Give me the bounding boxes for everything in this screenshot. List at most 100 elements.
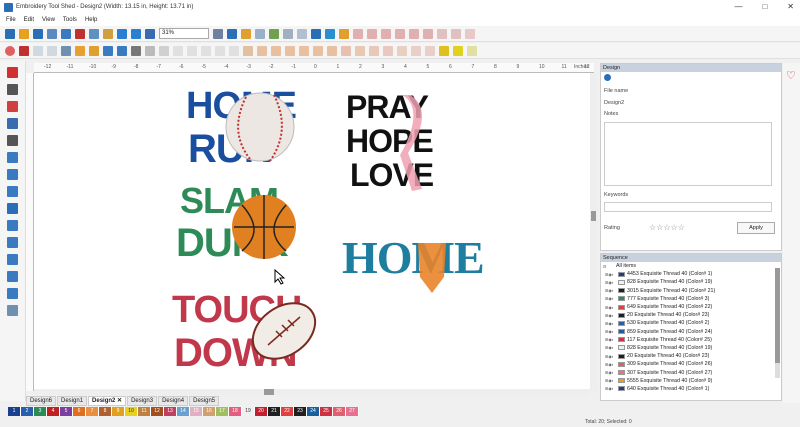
canvas-horizontal-scrollbar[interactable] (34, 389, 590, 395)
group-icon[interactable] (451, 28, 461, 39)
diamond-icon[interactable] (311, 28, 321, 39)
align-center-icon[interactable] (367, 28, 377, 39)
thread-icon[interactable] (75, 45, 85, 56)
sequence-item[interactable]: ⊞◉▪ 307 Exquisite Thread 40 (Color# 27) (601, 368, 781, 376)
visibility-icon[interactable]: ⊞◉▪ (605, 321, 618, 326)
color-icon[interactable] (325, 28, 335, 39)
sequence-item[interactable]: ⊞◉▪ 649 Exquisite Thread 40 (Color# 22) (601, 303, 781, 311)
tab-design4[interactable]: Design4 (158, 396, 189, 406)
heart-icon[interactable] (5, 45, 15, 56)
sequence-item[interactable]: ⊞◉▪ 828 Exquisite Thread 40 (Color# 19) (601, 278, 781, 286)
path-tool-icon[interactable] (7, 237, 18, 248)
select-region-icon[interactable] (7, 118, 18, 129)
resize-icon[interactable] (257, 45, 267, 56)
align-top-icon[interactable] (395, 28, 405, 39)
palette-swatch[interactable]: 4 (47, 406, 60, 416)
zoom-select[interactable]: 31% (159, 28, 209, 39)
close-button[interactable]: ✕ (787, 2, 794, 11)
palette-swatch[interactable]: 22 (281, 406, 294, 416)
show-jumps-icon[interactable] (297, 28, 307, 39)
tab-close-icon[interactable]: ✕ (117, 398, 122, 404)
text-icon[interactable] (19, 45, 29, 56)
visibility-icon[interactable]: ⊞◉▪ (605, 378, 618, 383)
palette-swatch[interactable]: 1 (8, 406, 21, 416)
palette-swatch[interactable]: 13 (164, 406, 177, 416)
pointer-tool-icon[interactable] (7, 67, 18, 78)
crop-icon[interactable] (131, 45, 141, 56)
pull-comp-icon[interactable] (355, 45, 365, 56)
notes-field[interactable] (604, 122, 772, 186)
visibility-icon[interactable]: ⊞◉▪ (605, 337, 618, 342)
open-icon[interactable] (19, 28, 29, 39)
show-stitches-icon[interactable] (283, 28, 293, 39)
sequence-item[interactable]: ⊞◉▪ 20 Exquisite Thread 40 (Color# 23) (601, 352, 781, 360)
select-icon[interactable] (103, 45, 113, 56)
print-preview-icon[interactable] (61, 28, 71, 39)
order-icon[interactable] (397, 45, 407, 56)
draw-icon[interactable] (465, 28, 475, 39)
palette-swatch[interactable]: 5 (60, 406, 73, 416)
mirror-h-icon[interactable] (173, 45, 183, 56)
measure-tool-icon[interactable] (7, 169, 18, 180)
home-line[interactable]: HOME (342, 235, 485, 281)
tie-icon[interactable] (313, 45, 323, 56)
visibility-icon[interactable]: ⊞◉▪ (605, 370, 618, 375)
hide-icon[interactable] (425, 45, 435, 56)
stitch-icon[interactable] (241, 28, 251, 39)
visibility-icon[interactable]: ⊞◉▪ (605, 354, 618, 359)
sequence-item[interactable]: ⊞◉▪ 828 Exquisite Thread 40 (Color# 19) (601, 344, 781, 352)
outline-icon[interactable] (201, 45, 211, 56)
paste-icon[interactable] (103, 28, 113, 39)
palette-swatch[interactable]: 26 (333, 406, 346, 416)
visibility-icon[interactable]: ⊞◉▪ (605, 329, 618, 334)
design-canvas[interactable]: HOME RUN PRAY HOPE LOVE SLAM DUNK HOME T… (34, 73, 590, 391)
visibility-icon[interactable]: ⊞◉▪ (605, 313, 618, 318)
palette-swatch[interactable]: 25 (320, 406, 333, 416)
layout-icon[interactable] (369, 45, 379, 56)
palette-swatch[interactable]: 21 (268, 406, 281, 416)
distribute-icon[interactable] (437, 28, 447, 39)
visibility-icon[interactable]: ⊞◉▪ (605, 362, 618, 367)
sequence-item[interactable]: ⊞◉▪ 4453 Exquisite Thread 40 (Color# 1) (601, 270, 781, 278)
heart-outline-icon[interactable] (159, 45, 169, 56)
color-picker-icon[interactable] (89, 45, 99, 56)
grid-tool-icon[interactable] (7, 220, 18, 231)
fill-icon[interactable] (61, 45, 71, 56)
zoom-in-icon[interactable] (145, 28, 155, 39)
split-tool-icon[interactable] (7, 288, 18, 299)
sequence-item[interactable]: ⊞◉▪ 530 Exquisite Thread 40 (Color# 2) (601, 319, 781, 327)
tab-design6[interactable]: Design6 (26, 396, 57, 406)
info-icon[interactable] (604, 74, 611, 81)
tab-design3[interactable]: Design3 (127, 396, 158, 406)
info-tool-icon[interactable] (7, 254, 18, 265)
menu-edit[interactable]: Edit (24, 17, 34, 23)
align-bottom-icon[interactable] (423, 28, 433, 39)
palette-swatch[interactable]: 24 (307, 406, 320, 416)
dropdown-icon[interactable] (145, 45, 155, 56)
palette-swatch[interactable]: 9 (112, 406, 125, 416)
sequence-item[interactable]: ⊞◉▪ 777 Exquisite Thread 40 (Color# 3) (601, 295, 781, 303)
palette-swatch[interactable]: 17 (216, 406, 229, 416)
palette-swatch[interactable]: 20 (255, 406, 268, 416)
monogram-icon[interactable] (33, 45, 43, 56)
palette-swatch[interactable]: 11 (138, 406, 151, 416)
lock-icon[interactable] (411, 45, 421, 56)
auto-digitize-icon[interactable] (243, 45, 253, 56)
minimize-button[interactable]: — (734, 2, 742, 11)
palette-swatch[interactable]: 6 (73, 406, 86, 416)
shape-icon[interactable] (47, 45, 57, 56)
merge-icon[interactable] (285, 45, 295, 56)
node-tool-icon[interactable] (7, 84, 18, 95)
print-icon[interactable] (47, 28, 57, 39)
sequence-item[interactable]: ⊞◉▪ 117 Exquisite Thread 40 (Color# 25) (601, 336, 781, 344)
align-middle-icon[interactable] (409, 28, 419, 39)
visibility-icon[interactable]: ⊞◉▪ (605, 296, 618, 301)
satin-icon[interactable] (229, 45, 239, 56)
rating-stars[interactable]: ☆☆☆☆☆ (649, 223, 685, 232)
palette-swatch[interactable]: 2 (21, 406, 34, 416)
sequence-item[interactable]: ⊞◉▪ 640 Exquisite Thread 40 (Color# 1) (601, 385, 781, 393)
hoop-tool-icon[interactable] (7, 305, 18, 316)
palette-swatch[interactable]: 14 (177, 406, 190, 416)
menu-help[interactable]: Help (85, 17, 97, 23)
palette-swatch[interactable]: 23 (294, 406, 307, 416)
